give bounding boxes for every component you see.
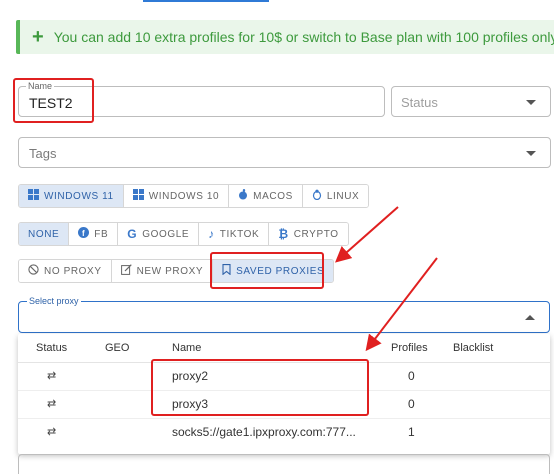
select-proxy-dropdown[interactable]: Select proxy [18,296,550,333]
tab-label: FB [94,228,109,240]
tab-crypto[interactable]: ₿ CRYPTO [269,223,348,245]
proxy-list-menu: Status GEO Name Profiles Blacklist ⇄ pro… [18,334,550,454]
banner-text: You can add 10 extra profiles for 10$ or… [53,29,554,45]
name-field[interactable]: Name TEST2 [18,81,385,117]
proxy-status-icon: ⇄ [47,426,57,438]
proxy-profiles: 0 [408,397,415,411]
bitcoin-icon: ₿ [278,227,289,241]
tab-linux[interactable]: LINUX [302,185,369,207]
proxy-name: proxy3 [172,397,209,411]
upgrade-banner: + You can add 10 extra profiles for 10$ … [16,20,554,54]
status-placeholder: Status [401,95,438,110]
tab-none[interactable]: NONE [19,223,70,245]
linux-icon [312,189,322,203]
tab-windows-10[interactable]: WINDOWS 10 [123,185,230,207]
edit-icon [120,264,132,278]
tab-label: LINUX [326,190,360,202]
tab-label: SAVED PROXIES [236,265,325,277]
tab-label: NEW PROXY [136,265,204,277]
select-proxy-label: Select proxy [27,296,81,306]
tab-google[interactable]: G GOOGLE [118,223,200,245]
column-blacklist: Blacklist [453,342,494,354]
tab-windows-11[interactable]: WINDOWS 11 [19,185,124,207]
proxy-status-icon: ⇄ [47,370,57,382]
google-icon: G [127,227,138,241]
chevron-down-icon [526,99,536,105]
proxy-status-icon: ⇄ [47,398,57,410]
chevron-up-icon[interactable] [525,315,535,320]
svg-text:f: f [82,229,85,238]
apple-icon [238,189,248,203]
column-geo: GEO [105,342,130,354]
os-tab-group: WINDOWS 11 WINDOWS 10 MACOS LINUX [18,184,370,208]
proxy-profiles: 1 [408,425,415,439]
name-field-value[interactable]: TEST2 [29,95,73,111]
table-row[interactable]: ⇄ proxy2 0 [18,362,550,391]
proxy-tab-group: NO PROXY NEW PROXY SAVED PROXIES [18,259,335,283]
tab-label: WINDOWS 11 [44,190,114,202]
tab-macos[interactable]: MACOS [229,185,303,207]
column-name: Name [172,342,202,354]
proxy-name: socks5://gate1.ipxproxy.com:777... [172,425,356,439]
tab-saved-proxies[interactable]: SAVED PROXIES [213,260,334,282]
table-row[interactable]: ⇄ socks5://gate1.ipxproxy.com:777... 1 [18,418,550,446]
name-field-label: Name [26,81,55,91]
proxy-profiles: 0 [408,369,415,383]
column-status: Status [36,342,68,354]
no-icon [28,264,39,278]
table-row[interactable]: ⇄ proxy3 0 [18,390,550,419]
facebook-icon: f [78,227,90,241]
tags-select[interactable]: Tags [18,137,551,168]
active-tab-underline [143,0,269,2]
table-header: Status GEO Name Profiles Blacklist [18,334,550,363]
tab-label: NO PROXY [44,265,102,277]
plus-icon: + [32,26,44,48]
platform-tab-group: NONE f FB G GOOGLE ♪ TIKTOK ₿ CRYPTO [18,222,349,246]
status-select[interactable]: Status [391,86,551,117]
proxy-name: proxy2 [172,369,209,383]
tab-label: CRYPTO [293,228,339,240]
tags-placeholder: Tags [29,146,57,161]
tab-new-proxy[interactable]: NEW PROXY [111,260,214,282]
bookmark-icon [222,264,231,278]
tab-no-proxy[interactable]: NO PROXY [19,260,112,282]
next-field[interactable] [18,454,550,474]
tab-tiktok[interactable]: ♪ TIKTOK [199,223,270,245]
tab-label: TIKTOK [219,228,260,240]
tiktok-icon: ♪ [208,227,215,241]
windows-icon [28,189,39,203]
chevron-down-icon [526,150,536,156]
tab-label: WINDOWS 10 [148,190,220,202]
tab-label: MACOS [253,190,293,202]
column-profiles: Profiles [391,342,428,354]
windows-icon [132,189,144,203]
tab-label: GOOGLE [142,228,190,240]
tab-label: NONE [28,228,60,240]
tab-fb[interactable]: f FB [69,223,119,245]
